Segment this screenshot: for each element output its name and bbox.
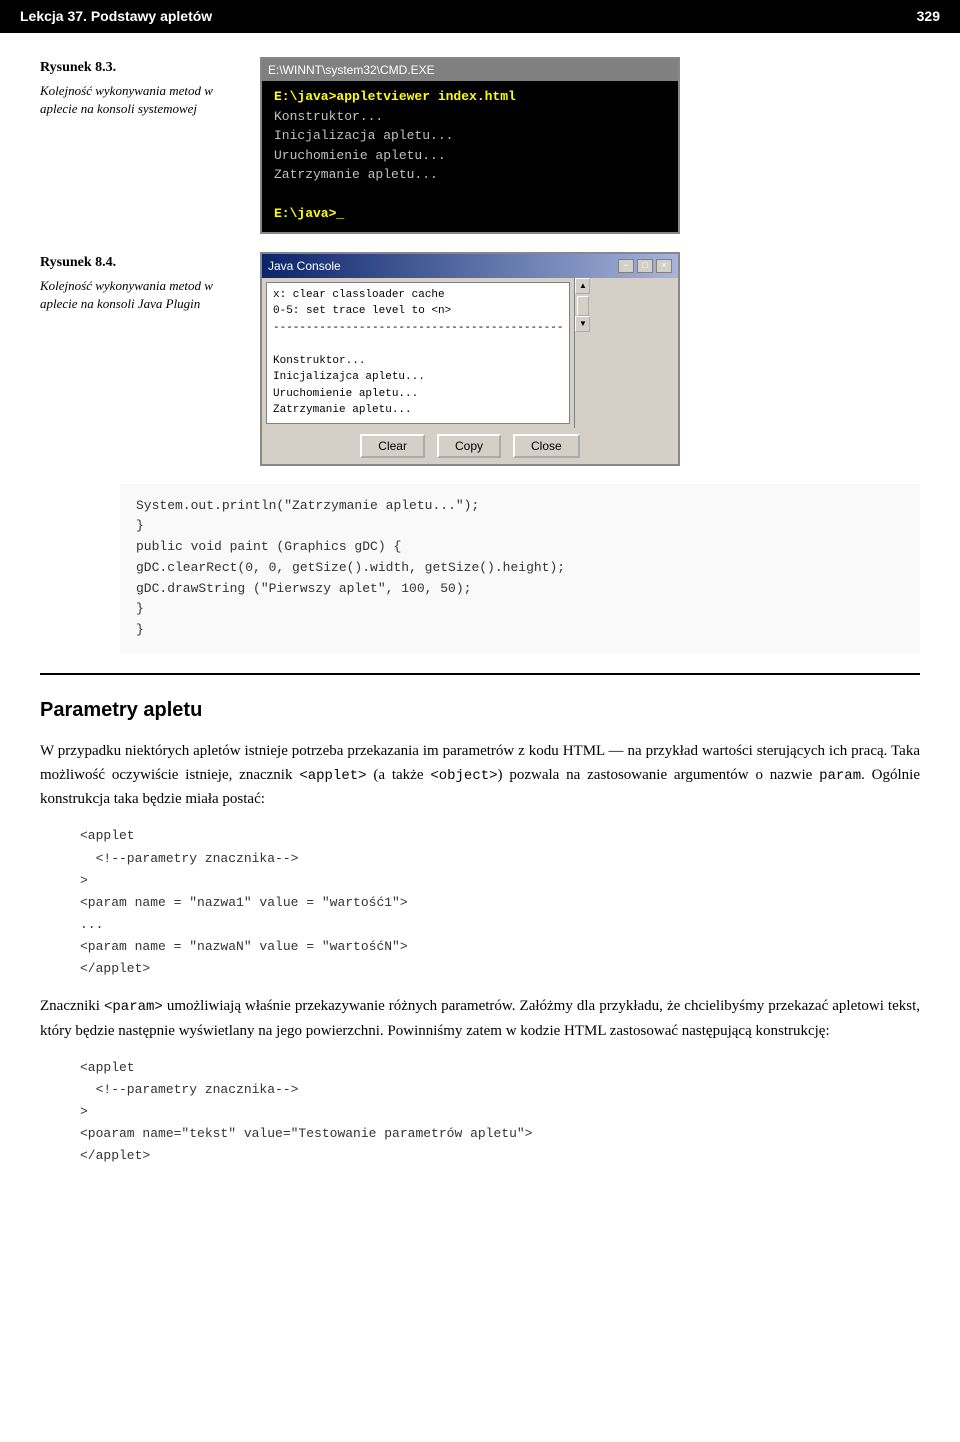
snippet1-line-2: <!--parametry znacznika--> [80,848,920,870]
figure-8-3-label: Rysunek 8.3. [40,57,230,78]
snippet2-line-2: <!--parametry znacznika--> [80,1079,920,1101]
page: Lekcja 37. Podstawy apletów 329 Rysunek … [0,0,960,1442]
code-snippet-1: <applet <!--parametry znacznika--> > <pa… [80,825,920,980]
cmd-line-1: E:\java>appletviewer index.html [274,87,666,107]
java-console-title: Java Console [268,257,341,275]
figure-8-3-section: Rysunek 8.3. Kolejność wykonywania metod… [40,57,920,234]
console-line-4: Inicjalizajca apletu... [273,369,563,386]
console-line-2: 0-5: set trace level to <n> [273,303,563,320]
code-snippet-2: <applet <!--parametry znacznika--> > <po… [80,1057,920,1167]
code-line-5: gDC.drawString ("Pierwszy aplet", 100, 5… [136,579,904,600]
close-dialog-button[interactable]: Close [513,434,580,458]
code-line-1: System.out.println("Zatrzymanie apletu..… [136,496,904,517]
scrollbar: ▲ ▼ [574,278,590,428]
console-line-blank [273,336,563,353]
java-console: Java Console − □ × x: clear classloader … [260,252,680,466]
scroll-thumb[interactable] [577,296,589,316]
cmd-line-4: Uruchomienie apletu... [274,146,666,166]
snippet1-line-7: </applet> [80,958,920,980]
code-line-7: } [136,620,904,641]
scroll-down-button[interactable]: ▼ [575,316,590,332]
section-heading: Parametry apletu [40,695,920,725]
figure-8-4-caption: Rysunek 8.4. Kolejność wykonywania metod… [40,252,230,313]
snippet1-line-5: ... [80,914,920,936]
console-line-6: Zatrzymanie apletu... [273,402,563,419]
java-console-titlebar: Java Console − □ × [262,254,678,278]
snippet2-line-1: <applet [80,1057,920,1079]
section-separator [40,673,920,675]
snippet1-line-1: <applet [80,825,920,847]
code-line-4: gDC.clearRect(0, 0, getSize().width, get… [136,558,904,579]
snippet2-line-5: </applet> [80,1145,920,1167]
header-bar: Lekcja 37. Podstawy apletów 329 [0,0,960,33]
code-line-3: public void paint (Graphics gDC) { [136,537,904,558]
console-line-1: x: clear classloader cache [273,287,563,304]
snippet1-line-3: > [80,870,920,892]
code-line-2: } [136,516,904,537]
code-line-6: } [136,599,904,620]
console-line-5: Uruchomienie apletu... [273,386,563,403]
cmd-titlebar: E:\WINNT\system32\CMD.EXE [262,59,678,81]
clear-button[interactable]: Clear [360,434,425,458]
figure-8-3-desc: Kolejność wykonywania metod w aplecie na… [40,82,230,118]
scroll-up-button[interactable]: ▲ [575,278,590,294]
snippet2-line-3: > [80,1101,920,1123]
figure-8-3-caption: Rysunek 8.3. Kolejność wykonywania metod… [40,57,230,118]
figure-8-4-section: Rysunek 8.4. Kolejność wykonywania metod… [40,252,920,466]
maximize-button[interactable]: □ [637,259,653,273]
copy-button[interactable]: Copy [437,434,501,458]
code-block-main: System.out.println("Zatrzymanie apletu..… [120,484,920,654]
paragraph-1: W przypadku niektórych apletów istnieje … [40,739,920,811]
cmd-line-7: E:\java>_ [274,204,666,224]
snippet1-line-6: <param name = "nazwaN" value = "wartośćN… [80,936,920,958]
lesson-title: Lekcja 37. Podstawy apletów [20,6,212,27]
snippet1-line-4: <param name = "nazwa1" value = "wartość1… [80,892,920,914]
figure-8-4-label: Rysunek 8.4. [40,252,230,273]
java-console-body: x: clear classloader cache 0-5: set trac… [266,282,570,424]
figure-8-4-desc: Kolejność wykonywania metod w aplecie na… [40,277,230,313]
close-button[interactable]: × [656,259,672,273]
content-area: Rysunek 8.3. Kolejność wykonywania metod… [0,33,960,1211]
cmd-line-2: Konstruktor... [274,107,666,127]
page-number: 329 [917,6,940,27]
cmd-line-5: Zatrzymanie apletu... [274,165,666,185]
minimize-button[interactable]: − [618,259,634,273]
java-console-buttons-bar: Clear Copy Close [262,428,678,464]
console-separator: ----------------------------------------… [273,320,563,337]
cmd-console: E:\WINNT\system32\CMD.EXE E:\java>applet… [260,57,680,234]
cmd-line-3: Inicjalizacja apletu... [274,126,666,146]
paragraph-2: Znaczniki <param> umożliwiają właśnie pr… [40,994,920,1042]
cmd-line-6 [274,185,666,205]
snippet2-line-4: <poaram name="tekst" value="Testowanie p… [80,1123,920,1145]
console-body-area: x: clear classloader cache 0-5: set trac… [262,278,678,428]
console-line-3: Konstruktor... [273,353,563,370]
window-buttons: − □ × [618,259,672,273]
